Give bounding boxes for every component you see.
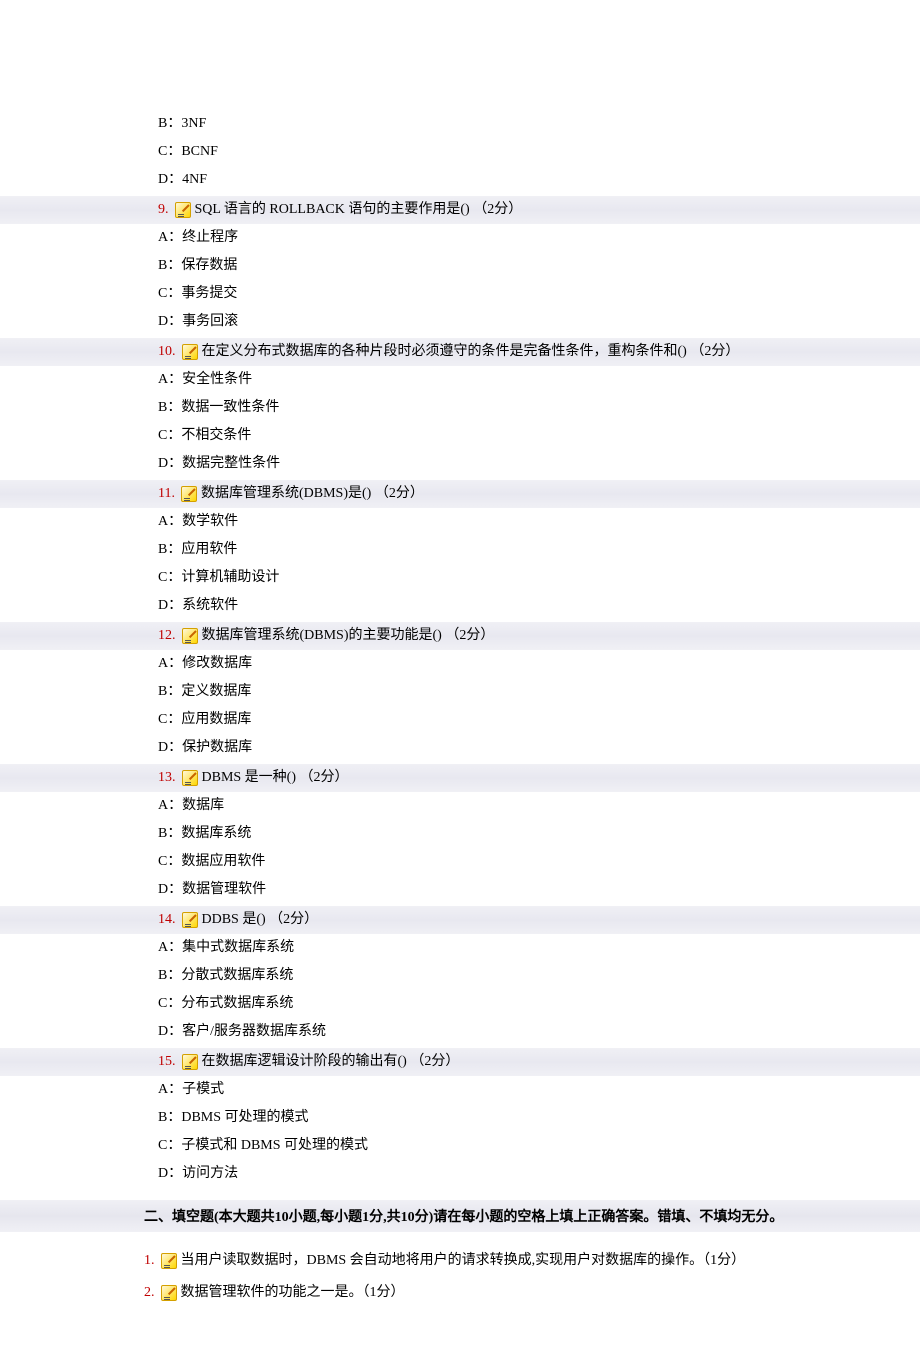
question-header: 13. DBMS 是一种() （2分） [0,764,920,792]
question-number: 14. [158,910,176,930]
question-number: 1. [144,1250,155,1272]
option-a: A：子模式 [0,1076,920,1104]
question-text: 在数据库逻辑设计阶段的输出有() （2分） [202,1052,460,1072]
edit-icon[interactable] [182,628,198,644]
question-header: 15. 在数据库逻辑设计阶段的输出有() （2分） [0,1048,920,1076]
question-header: 12. 数据库管理系统(DBMS)的主要功能是() （2分） [0,622,920,650]
edit-icon[interactable] [182,1054,198,1070]
option-text: B：3NF [0,110,920,138]
option-c: C：分布式数据库系统 [0,990,920,1018]
question-number: 15. [158,1052,176,1072]
question-12: 12. 数据库管理系统(DBMS)的主要功能是() （2分） A：修改数据库 B… [0,622,920,762]
question-header: 9. SQL 语言的 ROLLBACK 语句的主要作用是() （2分） [0,196,920,224]
question-header: 14. DDBS 是() （2分） [0,906,920,934]
edit-icon[interactable] [181,486,197,502]
orphan-options: B：3NF C：BCNF D：4NF [0,110,920,194]
option-d: D：访问方法 [0,1160,920,1188]
fill-question-2: 2. 数据管理软件的功能之一是。（1分） [0,1278,920,1308]
option-c: C：子模式和 DBMS 可处理的模式 [0,1132,920,1160]
question-text: DDBS 是() （2分） [202,910,319,930]
option-a: A：数据库 [0,792,920,820]
question-13: 13. DBMS 是一种() （2分） A：数据库 B：数据库系统 C：数据应用… [0,764,920,904]
option-d: D：保护数据库 [0,734,920,762]
edit-icon[interactable] [161,1285,177,1301]
option-text: C：BCNF [0,138,920,166]
question-number: 2. [144,1282,155,1304]
option-b: B：应用软件 [0,536,920,564]
option-d: D：系统软件 [0,592,920,620]
option-d: D：数据完整性条件 [0,450,920,478]
option-c: C：事务提交 [0,280,920,308]
edit-icon[interactable] [182,770,198,786]
question-text: 数据库管理系统(DBMS)的主要功能是() （2分） [202,626,495,646]
question-text: DBMS 是一种() （2分） [202,768,349,788]
option-c: C：数据应用软件 [0,848,920,876]
edit-icon[interactable] [182,344,198,360]
question-9: 9. SQL 语言的 ROLLBACK 语句的主要作用是() （2分） A：终止… [0,196,920,336]
question-text: 在定义分布式数据库的各种片段时必须遵守的条件是完备性条件，重构条件和() （2分… [202,342,740,362]
option-c: C：应用数据库 [0,706,920,734]
question-10: 10. 在定义分布式数据库的各种片段时必须遵守的条件是完备性条件，重构条件和()… [0,338,920,478]
edit-icon[interactable] [182,912,198,928]
option-d: D：事务回滚 [0,308,920,336]
option-a: A：终止程序 [0,224,920,252]
question-text: 数据管理软件的功能之一是。（1分） [181,1282,405,1304]
option-a: A：修改数据库 [0,650,920,678]
question-number: 11. [158,484,175,504]
section-2-header: 二、填空题(本大题共10小题,每小题1分,共10分)请在每小题的空格上填上正确答… [0,1200,920,1232]
question-text: 数据库管理系统(DBMS)是() （2分） [201,484,424,504]
question-text: 当用户读取数据时，DBMS 会自动地将用户的请求转换成,实现用户对数据库的操作。… [181,1250,746,1272]
question-number: 10. [158,342,176,362]
option-b: B：数据一致性条件 [0,394,920,422]
option-b: B：分散式数据库系统 [0,962,920,990]
option-d: D：数据管理软件 [0,876,920,904]
question-header: 11. 数据库管理系统(DBMS)是() （2分） [0,480,920,508]
option-d: D：客户/服务器数据库系统 [0,1018,920,1046]
option-b: B：定义数据库 [0,678,920,706]
question-number: 13. [158,768,176,788]
question-11: 11. 数据库管理系统(DBMS)是() （2分） A：数学软件 B：应用软件 … [0,480,920,620]
question-text: SQL 语言的 ROLLBACK 语句的主要作用是() （2分） [195,200,523,220]
option-a: A：数学软件 [0,508,920,536]
question-15: 15. 在数据库逻辑设计阶段的输出有() （2分） A：子模式 B：DBMS 可… [0,1048,920,1188]
option-a: A：安全性条件 [0,366,920,394]
edit-icon[interactable] [161,1253,177,1269]
question-number: 12. [158,626,176,646]
option-c: C：计算机辅助设计 [0,564,920,592]
option-b: B：数据库系统 [0,820,920,848]
question-14: 14. DDBS 是() （2分） A：集中式数据库系统 B：分散式数据库系统 … [0,906,920,1046]
fill-question-1: 1. 当用户读取数据时，DBMS 会自动地将用户的请求转换成,实现用户对数据库的… [0,1246,920,1276]
edit-icon[interactable] [175,202,191,218]
option-b: B：DBMS 可处理的模式 [0,1104,920,1132]
question-number: 9. [158,200,169,220]
option-b: B：保存数据 [0,252,920,280]
option-c: C：不相交条件 [0,422,920,450]
question-header: 10. 在定义分布式数据库的各种片段时必须遵守的条件是完备性条件，重构条件和()… [0,338,920,366]
option-text: D：4NF [0,166,920,194]
option-a: A：集中式数据库系统 [0,934,920,962]
